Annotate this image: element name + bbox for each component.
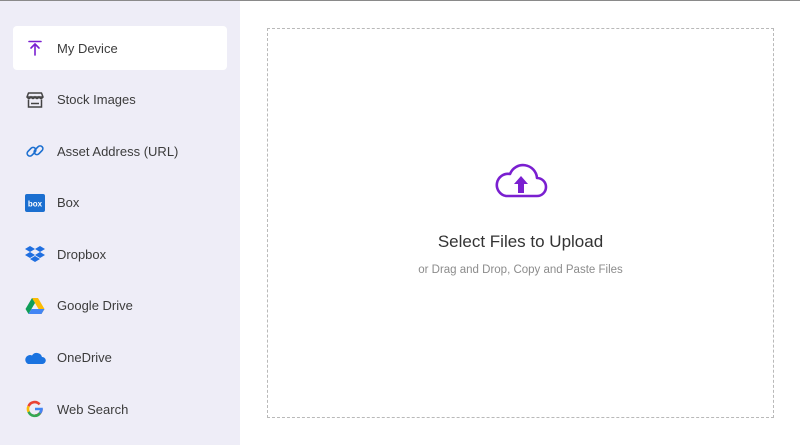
sidebar-item-label: Box [57,195,80,211]
sidebar-item-stock-images[interactable]: Stock Images [13,78,227,122]
google-drive-logo-icon [24,295,46,317]
sidebar-item-asset-url[interactable]: Asset Address (URL) [13,129,227,173]
sidebar-item-web-search[interactable]: Web Search [13,387,227,431]
source-sidebar: My Device Stock Images Asset Address (UR… [0,1,240,445]
main-panel: Select Files to Upload or Drag and Drop,… [240,1,800,445]
dropbox-logo-icon [24,243,46,265]
sidebar-item-my-device[interactable]: My Device [13,26,227,70]
sidebar-item-label: My Device [57,40,118,56]
sidebar-item-label: Web Search [57,401,129,417]
sidebar-item-label: Stock Images [57,92,136,108]
onedrive-logo-icon [24,347,46,369]
sidebar-item-label: Dropbox [57,246,107,262]
sidebar-item-label: Google Drive [57,298,133,314]
google-logo-icon [24,398,46,420]
sidebar-item-google-drive[interactable]: Google Drive [13,284,227,328]
upload-arrow-icon [24,37,46,59]
sidebar-item-dropbox[interactable]: Dropbox [13,232,227,276]
sidebar-item-box[interactable]: box Box [13,181,227,225]
dropzone-title: Select Files to Upload [437,232,604,251]
storefront-icon [24,89,46,111]
svg-text:box: box [28,199,43,208]
box-logo-icon: box [24,192,46,214]
sidebar-item-label: OneDrive [57,350,112,366]
sidebar-item-onedrive[interactable]: OneDrive [13,336,227,380]
upload-dialog: My Device Stock Images Asset Address (UR… [0,0,800,445]
link-icon [24,140,46,162]
dropzone-subtitle: or Drag and Drop, Copy and Paste Files [418,264,623,276]
cloud-upload-icon [495,163,547,198]
sidebar-item-label: Asset Address (URL) [57,143,179,159]
file-dropzone[interactable]: Select Files to Upload or Drag and Drop,… [267,28,774,418]
